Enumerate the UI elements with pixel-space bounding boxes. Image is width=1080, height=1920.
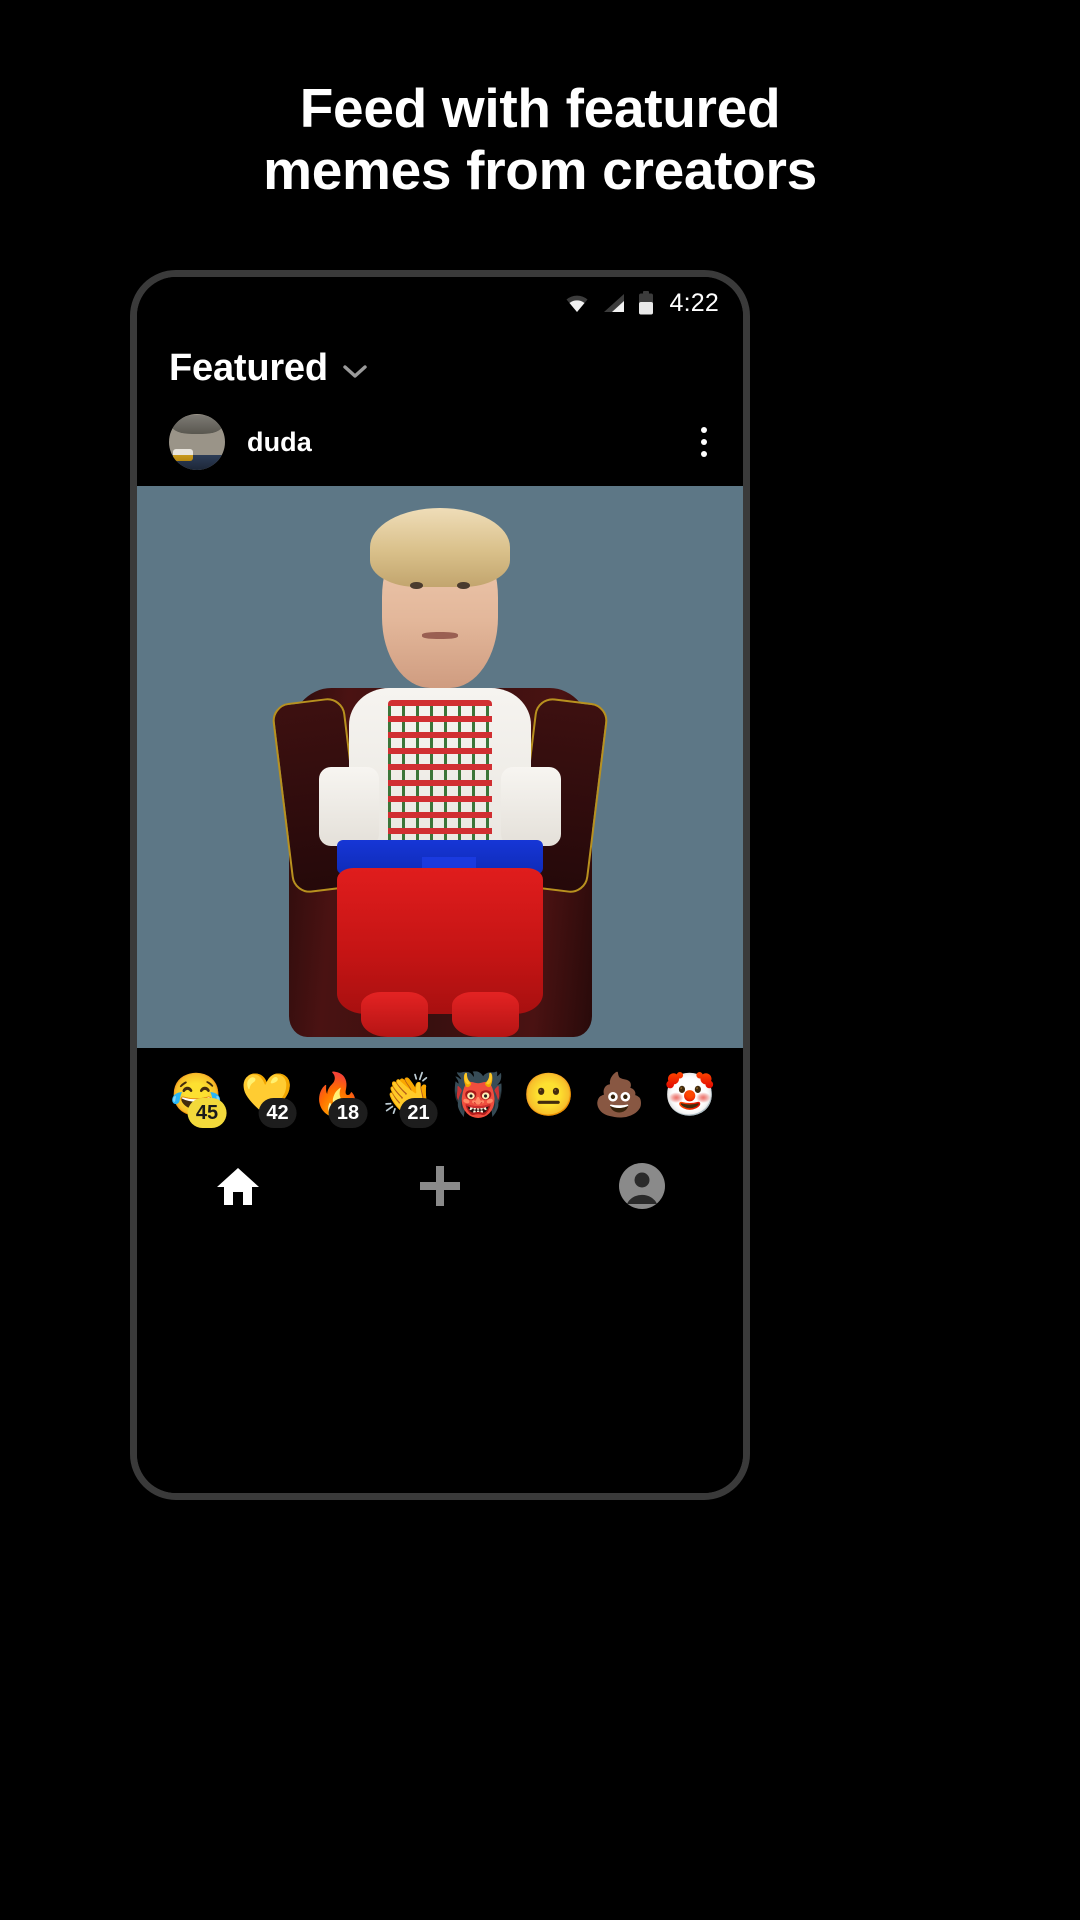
reaction-heart[interactable]: 💛 42 [232,1074,303,1128]
reaction-clap[interactable]: 👏 21 [373,1074,444,1128]
promo-headline: Feed with featured memes from creators [0,77,1080,201]
figure-boot-left [361,991,428,1037]
status-bar: 4:22 [137,277,743,329]
reaction-bar: 😂 45 💛 42 🔥 18 👏 21 👹 😐 💩 🤡 [137,1048,743,1134]
nav-home[interactable] [193,1158,283,1218]
reaction-fire-count: 18 [328,1098,368,1128]
reaction-ogre-emoji: 👹 [452,1071,505,1118]
headline-line-2: memes from creators [263,138,817,201]
post-author-row: duda [137,400,743,486]
kebab-menu-icon[interactable] [691,419,717,465]
reaction-poop-emoji: 💩 [593,1071,646,1118]
kebab-dot-1 [701,427,707,433]
promo-screenshot: Feed with featured memes from creators 4… [0,0,1080,1920]
meme-image[interactable] [137,486,743,1048]
reaction-poop[interactable]: 💩 [584,1074,655,1116]
chevron-down-icon[interactable] [342,358,368,380]
phone-screen: 4:22 Featured duda 😂 45 💛 42 🔥 18 👏 21 👹… [137,277,743,1493]
author-name[interactable]: duda [247,427,312,458]
page-title: Featured [169,347,328,389]
reaction-clown[interactable]: 🤡 [655,1074,726,1116]
reaction-fire[interactable]: 🔥 18 [302,1074,373,1128]
kebab-dot-3 [701,451,707,457]
bottom-navigation [137,1134,743,1244]
reaction-neutral[interactable]: 😐 [514,1074,585,1116]
profile-icon [618,1162,666,1215]
reaction-ogre[interactable]: 👹 [443,1074,514,1116]
meme-figure [137,486,743,1048]
wifi-icon [564,292,590,314]
home-icon [215,1165,261,1212]
avatar[interactable] [169,414,225,470]
figure-boot-right [452,991,519,1037]
figure-sleeve-left [318,767,380,846]
avatar-hair [172,415,222,435]
figure-mouth [421,632,459,639]
reaction-joy-count: 45 [187,1098,227,1128]
cellular-signal-icon [602,292,626,314]
figure-hair [370,508,510,588]
plus-icon [416,1162,464,1215]
phone-frame: 4:22 Featured duda 😂 45 💛 42 🔥 18 👏 21 👹… [130,270,750,1500]
nav-create[interactable] [395,1158,485,1218]
reaction-heart-count: 42 [258,1098,297,1128]
reaction-neutral-emoji: 😐 [522,1071,575,1118]
reaction-clown-emoji: 🤡 [663,1071,716,1118]
kebab-dot-2 [701,439,707,445]
headline-line-1: Feed with featured [299,77,781,139]
status-time: 4:22 [669,288,719,317]
reaction-clap-count: 21 [399,1098,438,1128]
figure-sleeve-right [500,767,562,846]
figure-pants [336,868,543,1015]
battery-icon [638,291,654,315]
avatar-flag-pin [173,448,193,462]
feed-header[interactable]: Featured [137,329,743,400]
figure-embroidery [388,699,492,846]
reaction-joy[interactable]: 😂 45 [161,1074,232,1128]
nav-profile[interactable] [597,1158,687,1218]
